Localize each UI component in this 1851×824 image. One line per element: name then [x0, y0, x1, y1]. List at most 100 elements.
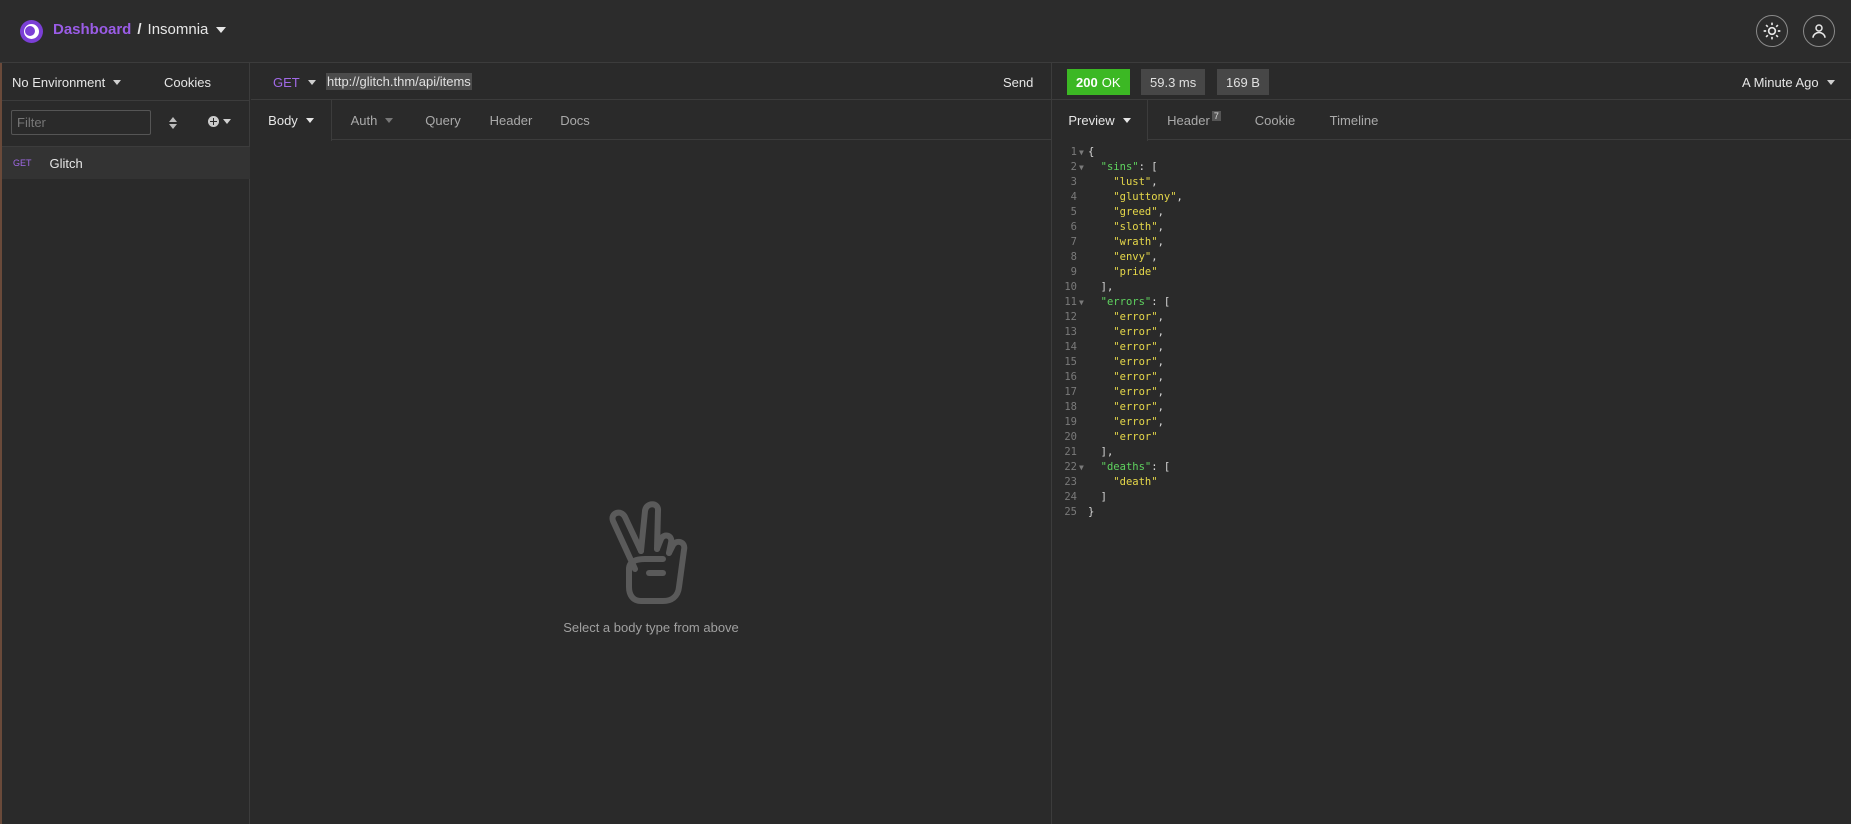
json-punctuation: , — [1157, 236, 1164, 248]
fold-gutter — [1077, 250, 1087, 265]
line-number: 22 — [1064, 461, 1077, 473]
line-number: 19 — [1064, 416, 1077, 428]
filter-input[interactable] — [11, 110, 151, 135]
fold-gutter — [1077, 505, 1087, 520]
fold-toggle-icon[interactable]: ▼ — [1077, 145, 1087, 160]
json-string: "wrath" — [1113, 236, 1158, 248]
code-text: "sloth", — [1087, 220, 1164, 235]
chevron-down-icon — [113, 80, 122, 85]
line-number: 2 — [1070, 161, 1077, 173]
json-punctuation: : [ — [1151, 296, 1171, 308]
workspace-dropdown-caret-icon[interactable] — [216, 26, 227, 33]
code-line: 13 "error", — [1052, 325, 1851, 340]
code-line: 23 "death" — [1052, 475, 1851, 490]
line-number: 1 — [1070, 146, 1077, 158]
fold-gutter — [1077, 175, 1087, 190]
settings-button[interactable] — [1756, 15, 1788, 47]
code-line: 18 "error", — [1052, 400, 1851, 415]
code-line: 14 "error", — [1052, 340, 1851, 355]
json-punctuation: { — [1088, 146, 1095, 158]
json-punctuation: , — [1157, 326, 1164, 338]
line-number: 6 — [1070, 221, 1077, 233]
environment-select[interactable]: No Environment — [12, 75, 122, 90]
line-number: 13 — [1064, 326, 1077, 338]
breadcrumb-workspace[interactable]: Insomnia — [148, 21, 209, 38]
response-body-viewer[interactable]: 1 ▼{2 ▼ "sins": [3 "lust", 4 "gluttony", 5 "… — [1052, 145, 1851, 520]
tab-timeline[interactable]: Timeline — [1311, 100, 1397, 140]
fold-toggle-icon[interactable]: ▼ — [1077, 295, 1087, 310]
breadcrumb-dashboard-link[interactable]: Dashboard — [53, 21, 131, 38]
request-name-label: Glitch — [49, 155, 83, 171]
chevron-down-icon — [305, 118, 314, 123]
tab-query[interactable]: Query — [411, 100, 475, 140]
code-text: { — [1087, 145, 1094, 160]
status-code: 200 — [1076, 74, 1098, 90]
tab-response-header-label: Header — [1167, 112, 1210, 128]
fold-gutter — [1077, 490, 1087, 505]
line-number: 24 — [1064, 491, 1077, 503]
json-punctuation: , — [1157, 311, 1164, 323]
response-history-dropdown[interactable]: A Minute Ago — [1742, 75, 1835, 90]
line-number: 3 — [1070, 176, 1077, 188]
response-time-badge: 59.3 ms — [1141, 69, 1206, 95]
json-punctuation: , — [1151, 176, 1158, 188]
chevron-down-icon — [385, 117, 394, 123]
code-line: 22 ▼ "deaths": [ — [1052, 460, 1851, 475]
cookies-button[interactable]: Cookies — [164, 75, 211, 90]
code-line: 3 "lust", — [1052, 175, 1851, 190]
response-tabs: Preview Header 7 Cookie Timeline — [1052, 100, 1851, 141]
line-number: 12 — [1064, 311, 1077, 323]
empty-state-message: Select a body type from above — [563, 620, 739, 635]
tab-preview[interactable]: Preview — [1052, 100, 1148, 141]
method-select[interactable]: GET — [273, 75, 316, 90]
code-text: "lust", — [1087, 175, 1158, 190]
code-text: "error" — [1087, 430, 1157, 445]
breadcrumb: Dashboard / Insomnia — [53, 21, 227, 38]
line-number: 4 — [1070, 191, 1077, 203]
json-punctuation: , — [1157, 416, 1164, 428]
fold-toggle-icon[interactable]: ▼ — [1077, 160, 1087, 175]
fold-toggle-icon[interactable]: ▼ — [1077, 460, 1087, 475]
send-button[interactable]: Send — [1003, 75, 1033, 90]
code-text: "error", — [1087, 400, 1164, 415]
code-text: "error", — [1087, 355, 1164, 370]
insomnia-logo-icon[interactable] — [20, 20, 43, 43]
sort-icon[interactable] — [166, 115, 180, 131]
code-text: "error", — [1087, 325, 1164, 340]
json-string: "death" — [1113, 476, 1158, 488]
json-punctuation: : [ — [1138, 161, 1158, 173]
code-text: "error", — [1087, 415, 1164, 430]
json-string: "error" — [1113, 326, 1158, 338]
code-line: 5 "greed", — [1052, 205, 1851, 220]
response-status-row: 200 OK 59.3 ms 169 B A Minute Ago — [1052, 63, 1851, 100]
line-number: 11 — [1064, 296, 1077, 308]
tab-docs[interactable]: Docs — [547, 100, 603, 140]
code-text: "error", — [1087, 310, 1164, 325]
fold-gutter — [1077, 340, 1087, 355]
json-punctuation: , — [1176, 191, 1183, 203]
json-string: "envy" — [1113, 251, 1152, 263]
tab-cookie[interactable]: Cookie — [1239, 100, 1311, 140]
plus-circle-icon — [208, 116, 219, 127]
fold-gutter — [1077, 265, 1087, 280]
line-number: 7 — [1070, 236, 1077, 248]
code-line: 20 "error" — [1052, 430, 1851, 445]
tab-header[interactable]: Header — [475, 100, 547, 140]
tab-auth[interactable]: Auth — [333, 100, 411, 140]
fold-gutter — [1077, 400, 1087, 415]
add-menu-button[interactable] — [208, 116, 231, 127]
json-punctuation: , — [1157, 206, 1164, 218]
sidebar-request-item[interactable]: GET Glitch — [2, 147, 250, 179]
code-line: 21 ], — [1052, 445, 1851, 460]
chevron-down-icon — [1826, 80, 1835, 85]
account-button[interactable] — [1803, 15, 1835, 47]
fold-gutter — [1077, 355, 1087, 370]
tab-response-header[interactable]: Header 7 — [1149, 100, 1239, 140]
tab-body[interactable]: Body — [251, 100, 332, 141]
sidebar: No Environment Cookies GET Glitch — [0, 63, 250, 824]
url-input[interactable]: http://glitch.thm/api/items — [326, 73, 472, 90]
request-tabs: Body Auth Query Header Docs — [251, 100, 1051, 141]
json-string: "error" — [1113, 416, 1158, 428]
json-punctuation: , — [1157, 386, 1164, 398]
code-text: "pride" — [1087, 265, 1157, 280]
